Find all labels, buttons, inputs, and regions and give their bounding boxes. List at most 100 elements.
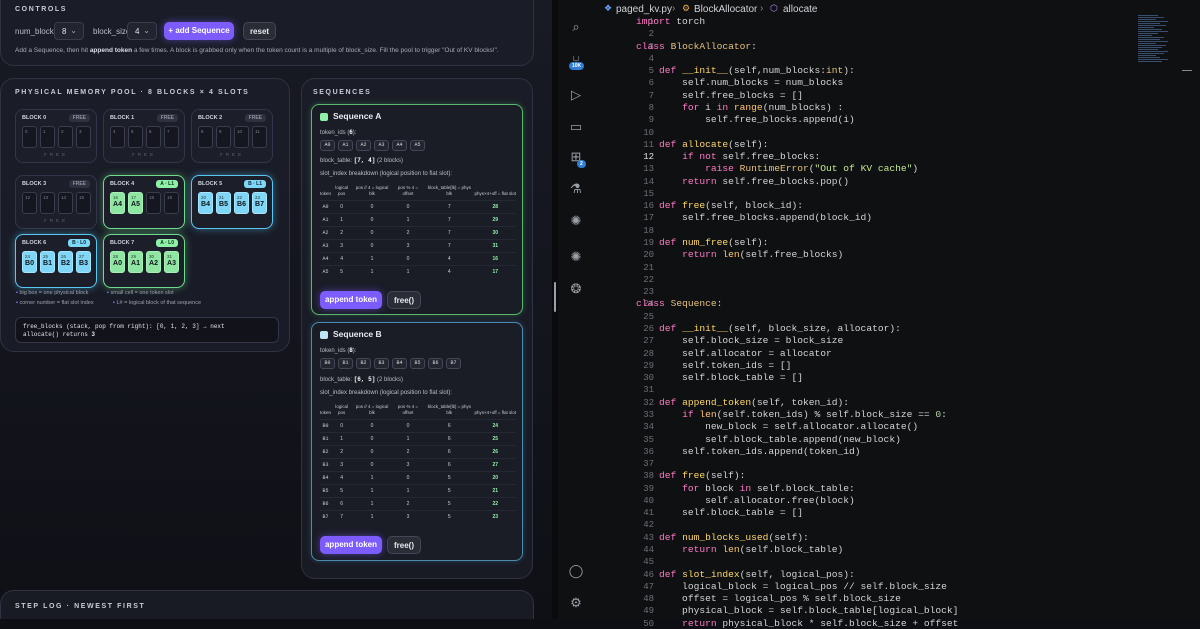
sequence-b-card: Sequence B token_ids (8): B0 B1 B2 B3 B4 B5 B6… [311,322,523,561]
status-badge: A · L1 [156,180,178,188]
source-control-badge: 10K [569,62,585,70]
memory-block: BLOCK 4A · L1 16 A4 17 A5 18 · 19 · [103,175,185,229]
code-line[interactable]: self.block_size = block_size [636,335,843,346]
code-line[interactable]: self.block_table = [] [636,372,803,383]
search-icon[interactable]: ⌕ [567,18,585,36]
code-line[interactable]: def slot_index(self, logical_pos): [636,569,855,580]
block-name: BLOCK 2 [198,115,223,121]
block-name: BLOCK 1 [110,115,135,121]
code-line[interactable]: def num_blocks_used(self): [636,532,809,543]
code-line[interactable]: new_block = self.allocator.allocate() [636,421,918,432]
free-button[interactable]: free() [387,291,421,309]
table-cell: 1 [352,483,392,498]
sparkle-icon[interactable]: ✺ [567,212,585,230]
code-line[interactable]: self.num_blocks = num_blocks [636,77,843,88]
code-line[interactable]: self.free_blocks.append(block_id) [636,212,872,223]
code-line[interactable]: class Sequence: [636,298,722,309]
step-log-title: STEP LOG · NEWEST FIRST [15,603,146,610]
table-row: B3 3 0 3 6 27 [320,457,516,472]
code-line[interactable]: def allocate(self): [636,139,768,150]
table-cell: 29 [474,212,516,227]
table-cell: 7 [424,212,475,227]
breadcrumb-method[interactable]: allocate [783,4,817,15]
pool-title: PHYSICAL MEMORY POOL · 8 BLOCKS × 4 SLOT… [15,89,250,96]
reset-button[interactable]: reset [243,22,276,40]
table-row: A4 4 1 0 4 16 [320,251,516,266]
slot-index: 15 [79,195,85,200]
code-line[interactable]: for block in self.block_table: [636,483,855,494]
code-line[interactable]: if not self.free_blocks: [636,151,820,162]
num-blocks-select[interactable]: 8 ⌄ [54,22,84,40]
code-line[interactable]: self.allocator.free(block) [636,495,855,506]
breadcrumb-class[interactable]: BlockAllocator [694,4,757,15]
legend-row-2: ▪ corner number = flat slot index [16,300,94,306]
code-line[interactable]: def append_token(self, token_id): [636,397,849,408]
splitter-grip[interactable] [554,282,556,312]
code-line[interactable]: logical_block = logical_pos // self.bloc… [636,581,947,592]
remote-explorer-icon[interactable]: ▭ [567,118,585,136]
table-row: B1 1 0 1 6 25 [320,431,516,446]
code-line[interactable]: return physical_block * self.block_size … [636,618,958,629]
table-cell: 5 [424,496,475,511]
block-table-label: block_table: [6, 5] (2 blocks) [320,376,403,383]
minimap[interactable] [1138,14,1182,94]
code-line[interactable]: offset = logical_pos % self.block_size [636,593,901,604]
add-sequence-button[interactable]: + add Sequence [164,22,234,40]
openai-icon[interactable]: ❂ [567,280,585,298]
slot-index: 18 [149,195,155,200]
table-cell: 27 [474,457,516,472]
code-line[interactable]: class BlockAllocator: [636,41,757,52]
table-cell: 1 [352,264,392,279]
run-debug-icon[interactable]: ▷ [567,86,585,104]
slot-index-table: token logical pos pos // 4 = logical blk po… [320,185,516,279]
status-badge: FREE [68,114,90,122]
token-slot: 23 B7 [252,192,267,214]
slot-token: A1 [131,260,140,267]
code-line[interactable]: self.block_table.append(new_block) [636,434,901,445]
chevron-down-icon: ⌄ [143,26,150,35]
code-line[interactable]: self.allocator = allocator [636,348,832,359]
code-line[interactable]: self.token_ids.append(token_id) [636,446,860,457]
block-size-value: 4 [135,27,140,36]
code-line[interactable]: import torch [636,16,705,27]
code-line[interactable]: return self.free_blocks.pop() [636,176,849,187]
code-line[interactable]: self.free_blocks = [] [636,90,803,101]
sparkle-icon[interactable]: ✺ [567,248,585,266]
code-line[interactable]: self.block_table = [] [636,507,803,518]
code-line[interactable]: return len(self.free_blocks) [636,249,843,260]
free-button[interactable]: free() [387,536,421,554]
append-token-button[interactable]: append token [320,291,382,309]
code-line[interactable]: def num_free(self): [636,237,768,248]
account-icon[interactable]: ◯ [567,562,585,580]
settings-gear-icon[interactable]: ⚙ [567,594,585,612]
table-cell: 6 [424,418,475,433]
table-cell: 2 [391,444,425,459]
slot-index: 22 [237,195,243,200]
line-number: 10 [643,127,654,138]
code-line[interactable]: def __init__(self, block_size, allocator… [636,323,901,334]
code-line[interactable]: if len(self.token_ids) % self.block_size… [636,409,947,420]
code-line[interactable]: physical_block = self.block_table[logica… [636,605,958,616]
slot-index: 17 [131,195,137,200]
testing-flask-icon[interactable]: ⚗ [567,180,585,198]
code-line[interactable]: def free(self, block_id): [636,200,803,211]
code-line[interactable]: self.free_blocks.append(i) [636,114,855,125]
slot-token: B2 [61,260,70,267]
table-row: A3 3 0 3 7 31 [320,238,516,253]
slot-index: 6 [149,129,152,134]
code-line[interactable]: return len(self.block_table) [636,544,843,555]
code-line[interactable]: def __init__(self,num_blocks:int): [636,65,855,76]
append-token-button[interactable]: append token [320,536,382,554]
slot-index: 31 [167,254,173,259]
table-cell: 3 [331,457,353,472]
code-line[interactable]: def free(self): [636,470,745,481]
code-line[interactable]: for i in range(num_blocks) : [636,102,843,113]
code-line[interactable]: self.token_ids = [] [636,360,791,371]
block-size-select[interactable]: 4 ⌄ [127,22,157,40]
chevron-down-icon: ⌄ [70,26,77,35]
token-chips: B0 B1 B2 B3 B4 B5 B6 B7 [320,358,461,369]
code-line[interactable]: raise RuntimeError("Out of KV cache") [636,163,918,174]
slot-token: A4 [113,201,122,208]
table-cell: 1 [391,212,425,227]
token-chip: B1 [338,358,353,369]
